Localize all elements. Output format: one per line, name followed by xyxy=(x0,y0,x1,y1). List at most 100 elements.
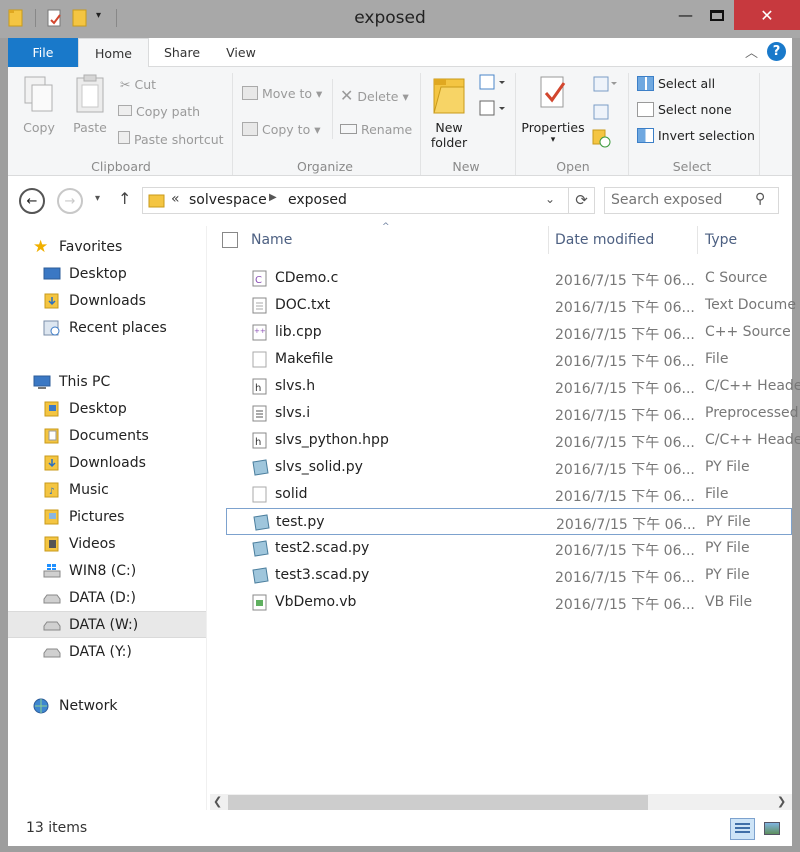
nav-pc-documents[interactable]: Documents xyxy=(8,422,206,449)
search-box[interactable]: ⚲ xyxy=(604,187,779,214)
easy-access-icon[interactable] xyxy=(478,99,506,122)
tab-share[interactable]: Share xyxy=(149,38,215,67)
nav-pc-win8-c[interactable]: WIN8 (C:) xyxy=(8,557,206,584)
column-separator[interactable] xyxy=(548,226,549,254)
new-folder-button[interactable]: New folder xyxy=(426,73,472,153)
nav-fav-recent-places[interactable]: Recent places xyxy=(8,314,206,341)
table-row[interactable]: solid 2016/7/15 下午 06... File xyxy=(226,481,792,508)
search-icon[interactable]: ⚲ xyxy=(755,191,765,207)
column-type[interactable]: Type xyxy=(705,232,737,248)
table-row[interactable]: h slvs.h 2016/7/15 下午 06... C/C++ Heade xyxy=(226,373,800,400)
group-separator xyxy=(628,73,629,175)
breadcrumb-exposed[interactable]: exposed xyxy=(288,192,347,208)
invert-selection-button[interactable]: Invert selection xyxy=(637,128,755,143)
scroll-right-icon[interactable]: ❯ xyxy=(777,795,786,808)
svg-text:++: ++ xyxy=(254,327,266,335)
copy-to-button[interactable]: Copy to ▾ xyxy=(242,122,320,137)
nav-network[interactable]: Network xyxy=(8,692,206,719)
column-separator[interactable] xyxy=(697,226,698,254)
nav-pc-music[interactable]: ♪ Music xyxy=(8,476,206,503)
nav-pc-data-y[interactable]: DATA (Y:) xyxy=(8,638,206,665)
recent-locations-dropdown[interactable]: ▾ xyxy=(95,193,100,204)
status-bar: 13 items xyxy=(8,810,792,846)
table-row[interactable]: VbDemo.vb 2016/7/15 下午 06... VB File xyxy=(226,589,792,616)
nav-pc-downloads[interactable]: Downloads xyxy=(8,449,206,476)
large-icons-view-button[interactable] xyxy=(760,818,784,840)
table-row[interactable]: ++ lib.cpp 2016/7/15 下午 06... C++ Source xyxy=(226,319,792,346)
table-row[interactable]: slvs.i 2016/7/15 下午 06... Preprocessed xyxy=(226,400,799,427)
copy-button[interactable]: Copy xyxy=(20,73,58,139)
move-to-button[interactable]: Move to ▾ xyxy=(242,86,322,101)
nav-pc-videos[interactable]: Videos xyxy=(8,530,206,557)
downloads-folder-icon xyxy=(43,455,61,471)
up-button[interactable]: ↑ xyxy=(118,189,131,208)
scroll-left-icon[interactable]: ❮ xyxy=(213,795,222,808)
forward-button[interactable]: → xyxy=(57,188,83,214)
nav-favorites[interactable]: ★ Favorites xyxy=(8,233,206,260)
scrollbar-thumb[interactable] xyxy=(228,795,648,810)
table-row[interactable]: slvs_solid.py 2016/7/15 下午 06... PY File xyxy=(226,454,792,481)
column-date-modified[interactable]: Date modified xyxy=(555,232,654,248)
item-count: 13 items xyxy=(26,820,88,836)
help-icon[interactable]: ? xyxy=(767,42,786,61)
delete-button[interactable]: ✕ Delete ▾ xyxy=(340,86,409,105)
network-icon xyxy=(33,698,51,714)
table-row-selected[interactable]: test.py 2016/7/15 下午 06... PY File xyxy=(226,508,792,535)
table-row[interactable]: h slvs_python.hpp 2016/7/15 下午 06... C/C… xyxy=(226,427,800,454)
delete-icon: ✕ xyxy=(340,86,354,105)
nav-fav-downloads[interactable]: Downloads xyxy=(8,287,206,314)
edit-icon[interactable] xyxy=(590,101,612,126)
nav-pc-pictures[interactable]: Pictures xyxy=(8,503,206,530)
collapse-ribbon-icon[interactable]: ︿ xyxy=(745,42,758,61)
tab-home[interactable]: Home xyxy=(78,38,149,68)
refresh-button[interactable]: ⟳ xyxy=(569,187,595,214)
nav-pc-desktop[interactable]: Desktop xyxy=(8,395,206,422)
breadcrumb-overflow[interactable]: « xyxy=(171,191,180,207)
column-name[interactable]: Name xyxy=(251,232,292,248)
details-view-button[interactable] xyxy=(730,818,755,840)
open-icon[interactable] xyxy=(590,73,618,98)
breadcrumb-separator-icon[interactable]: ▶ xyxy=(269,192,277,203)
desktop-icon xyxy=(43,266,61,282)
nav-fav-desktop[interactable]: Desktop xyxy=(8,260,206,287)
address-bar[interactable]: « solvespace ▶ exposed ⌄ xyxy=(142,187,569,214)
tab-view[interactable]: View xyxy=(215,38,267,67)
tab-file[interactable]: File xyxy=(8,38,78,67)
table-row[interactable]: DOC.txt 2016/7/15 下午 06... Text Docume xyxy=(226,292,796,319)
minimize-button[interactable]: — xyxy=(669,0,702,30)
copy-to-icon xyxy=(242,122,258,136)
copy-path-button[interactable]: Copy path xyxy=(118,104,200,119)
sort-ascending-icon: ^ xyxy=(382,222,390,232)
paste-button[interactable]: Paste xyxy=(70,73,110,139)
nav-this-pc[interactable]: This PC xyxy=(8,368,206,395)
arrow-left-icon: ← xyxy=(26,193,38,209)
table-row[interactable]: C CDemo.c 2016/7/15 下午 06... C Source xyxy=(226,265,792,292)
paste-icon xyxy=(76,74,104,113)
back-button[interactable]: ← xyxy=(19,188,45,214)
search-input[interactable] xyxy=(611,192,751,208)
scissors-icon: ✂ xyxy=(120,77,131,92)
address-dropdown-icon[interactable]: ⌄ xyxy=(545,192,555,206)
rename-button[interactable]: Rename xyxy=(340,122,412,137)
select-none-button[interactable]: Select none xyxy=(637,102,732,117)
table-row[interactable]: Makefile 2016/7/15 下午 06... File xyxy=(226,346,792,373)
select-all-button[interactable]: Select all xyxy=(637,76,715,91)
horizontal-scrollbar[interactable]: ❮ ❯ xyxy=(210,794,792,811)
history-icon[interactable] xyxy=(590,127,612,152)
nav-pc-data-w[interactable]: DATA (W:) xyxy=(8,611,206,638)
paste-shortcut-button[interactable]: Paste shortcut xyxy=(118,131,224,147)
new-item-icon[interactable] xyxy=(478,73,506,96)
nav-pc-data-d[interactable]: DATA (D:) xyxy=(8,584,206,611)
cut-button[interactable]: ✂ Cut xyxy=(120,77,156,92)
svg-text:h: h xyxy=(255,437,261,448)
close-button[interactable]: ✕ xyxy=(734,0,800,30)
maximize-button[interactable] xyxy=(700,0,733,30)
table-row[interactable]: test2.scad.py 2016/7/15 下午 06... PY File xyxy=(226,535,792,562)
select-all-checkbox[interactable] xyxy=(222,232,238,248)
header-file-icon: h xyxy=(252,378,267,395)
table-row[interactable]: test3.scad.py 2016/7/15 下午 06... PY File xyxy=(226,562,792,589)
pane-divider[interactable] xyxy=(206,226,207,810)
select-all-icon xyxy=(637,76,654,91)
properties-button[interactable]: Properties ▾ xyxy=(521,73,585,153)
breadcrumb-solvespace[interactable]: solvespace xyxy=(189,192,267,208)
